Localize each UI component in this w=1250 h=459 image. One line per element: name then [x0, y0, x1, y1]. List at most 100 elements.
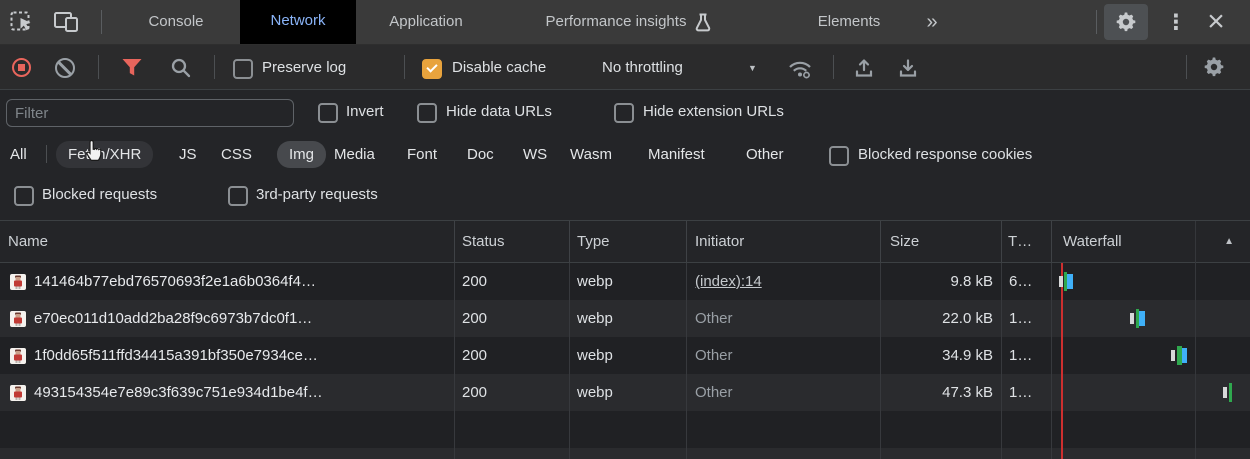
tab-network[interactable]: Network	[240, 0, 356, 47]
table-row[interactable]: e70ec011d10add2ba28f9c6973b7dc0f1… 200 w…	[0, 300, 1250, 337]
request-time: 1…	[1002, 300, 1052, 337]
type-filter-js[interactable]: JS	[179, 141, 197, 168]
request-name: 493154354e7e89c3f639c751e934d1be4f…	[34, 374, 323, 411]
third-party-requests-checkbox[interactable]	[228, 186, 248, 206]
type-filter-wasm[interactable]: Wasm	[570, 141, 612, 168]
type-filter-manifest[interactable]: Manifest	[648, 141, 705, 168]
inspect-element-icon[interactable]	[10, 10, 36, 34]
table-row[interactable]: 493154354e7e89c3f639c751e934d1be4f… 200 …	[0, 374, 1250, 411]
filter-funnel-icon[interactable]	[120, 57, 144, 78]
search-icon[interactable]	[170, 57, 192, 79]
tab-elements[interactable]: Elements	[764, 0, 934, 44]
initiator-text: Other	[695, 374, 733, 411]
blocked-response-cookies-checkbox[interactable]	[829, 146, 849, 166]
sort-ascending-icon[interactable]: ▲	[1224, 221, 1234, 262]
type-filter-img[interactable]: Img	[277, 141, 326, 168]
third-party-requests-label[interactable]: 3rd-party requests	[256, 185, 378, 205]
toolbar-separator	[98, 55, 99, 79]
image-preview-thumbnail	[10, 311, 26, 327]
type-filter-doc[interactable]: Doc	[467, 141, 494, 168]
beaker-icon	[694, 12, 712, 32]
disable-cache-checkbox[interactable]	[422, 59, 442, 79]
network-filter-band: Invert Hide data URLs Hide extension URL…	[0, 90, 1250, 221]
image-preview-thumbnail	[10, 385, 26, 401]
filter-input[interactable]	[6, 99, 294, 127]
invert-checkbox[interactable]	[318, 103, 338, 123]
hide-data-urls-label[interactable]: Hide data URLs	[446, 102, 552, 122]
image-preview-thumbnail	[10, 274, 26, 290]
hide-extension-urls-checkbox[interactable]	[614, 103, 634, 123]
blocked-response-cookies-label[interactable]: Blocked response cookies	[858, 145, 1032, 165]
table-row[interactable]: 1f0dd65f511ffd34415a391bf350e7934ce… 200…	[0, 337, 1250, 374]
column-header-status[interactable]: Status	[455, 221, 570, 262]
toolbar-separator	[214, 55, 215, 79]
export-har-icon[interactable]	[896, 56, 920, 80]
empty-row-stripe	[0, 448, 1250, 459]
preserve-log-checkbox[interactable]	[233, 59, 253, 79]
hide-data-urls-checkbox[interactable]	[417, 103, 437, 123]
initiator-link[interactable]: (index):14	[695, 263, 762, 300]
tab-console[interactable]: Console	[112, 0, 240, 44]
column-header-size[interactable]: Size	[881, 221, 1002, 262]
tab-performance-insights[interactable]: Performance insights	[496, 0, 762, 44]
column-header-waterfall[interactable]: Waterfall ▲	[1052, 221, 1250, 262]
type-filter-ws[interactable]: WS	[523, 141, 547, 168]
request-type: webp	[570, 263, 687, 300]
waterfall-cell	[1052, 337, 1250, 374]
network-settings-gear-icon[interactable]	[1202, 55, 1226, 79]
request-status: 200	[455, 263, 570, 300]
table-row[interactable]: 141464b77ebd76570693f2e1a6b0364f4… 200 w…	[0, 263, 1250, 300]
waterfall-cell	[1052, 300, 1250, 337]
record-network-log-button[interactable]	[12, 58, 31, 77]
request-status: 200	[455, 337, 570, 374]
request-size: 22.0 kB	[881, 300, 1002, 337]
toolbar-separator	[833, 55, 834, 79]
network-conditions-icon[interactable]	[786, 57, 814, 81]
close-devtools-icon[interactable]: ×	[1200, 5, 1232, 39]
type-filter-all[interactable]: All	[10, 141, 27, 168]
request-time: 6…	[1002, 263, 1052, 300]
toolbar-separator	[404, 55, 405, 79]
request-type: webp	[570, 300, 687, 337]
blocked-requests-checkbox[interactable]	[14, 186, 34, 206]
kebab-menu-icon[interactable]: ⋮	[1164, 8, 1188, 36]
type-filter-font[interactable]: Font	[407, 141, 437, 168]
preserve-log-label[interactable]: Preserve log	[262, 58, 346, 78]
request-name: e70ec011d10add2ba28f9c6973b7dc0f1…	[34, 300, 312, 337]
type-filter-fetch-xhr[interactable]: Fetch/XHR	[56, 141, 153, 168]
column-header-initiator[interactable]: Initiator	[687, 221, 881, 262]
waterfall-cell	[1052, 263, 1250, 300]
throttling-select[interactable]: No throttling	[602, 58, 683, 78]
request-type: webp	[570, 337, 687, 374]
more-tabs-icon[interactable]: »	[912, 0, 952, 44]
disable-cache-label[interactable]: Disable cache	[452, 58, 546, 78]
blocked-requests-label[interactable]: Blocked requests	[42, 185, 157, 205]
request-name: 141464b77ebd76570693f2e1a6b0364f4…	[34, 263, 316, 300]
import-har-icon[interactable]	[852, 56, 876, 80]
tab-application[interactable]: Application	[356, 0, 496, 44]
request-status: 200	[455, 374, 570, 411]
network-toolbar: Preserve log Disable cache No throttling…	[0, 44, 1250, 90]
devtools-network-panel: Console Network Application Performance …	[0, 0, 1250, 459]
chevron-down-icon[interactable]: ▼	[748, 58, 757, 78]
request-status: 200	[455, 300, 570, 337]
clear-network-log-icon[interactable]	[55, 58, 75, 78]
type-filter-media[interactable]: Media	[334, 141, 375, 168]
toggle-device-toolbar-icon[interactable]	[52, 10, 82, 34]
empty-row-stripe	[0, 411, 1250, 448]
column-header-name[interactable]: Name	[0, 221, 455, 262]
type-filter-other[interactable]: Other	[746, 141, 784, 168]
request-size: 9.8 kB	[881, 263, 1002, 300]
invert-label[interactable]: Invert	[346, 102, 384, 122]
column-header-time[interactable]: T…	[1002, 221, 1052, 262]
column-header-type[interactable]: Type	[570, 221, 687, 262]
settings-gear-icon[interactable]	[1104, 4, 1148, 40]
image-preview-thumbnail	[10, 348, 26, 364]
waterfall-cell	[1052, 374, 1250, 411]
hide-extension-urls-label[interactable]: Hide extension URLs	[643, 102, 784, 122]
type-filter-css[interactable]: CSS	[221, 141, 252, 168]
request-size: 47.3 kB	[881, 374, 1002, 411]
devtools-tab-bar: Console Network Application Performance …	[0, 0, 1250, 44]
toolbar-separator	[1186, 55, 1187, 79]
tab-performance-insights-label: Performance insights	[546, 0, 687, 44]
